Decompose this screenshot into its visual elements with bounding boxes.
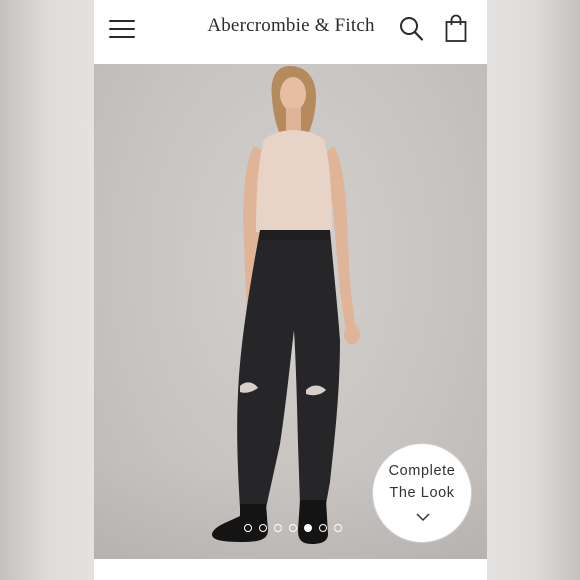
shopping-bag-icon[interactable] <box>442 14 470 44</box>
complete-the-look-button[interactable]: Complete The Look <box>372 443 472 543</box>
brand-logo[interactable]: Abercrombie & Fitch <box>206 15 376 37</box>
chevron-down-icon <box>416 513 430 522</box>
complete-look-label-line2: The Look <box>389 485 455 501</box>
carousel-dot[interactable] <box>289 524 297 532</box>
hamburger-menu-icon[interactable] <box>109 17 137 41</box>
complete-look-label-line1: Complete <box>388 463 456 479</box>
search-icon[interactable] <box>398 14 426 44</box>
carousel-dot[interactable] <box>319 524 327 532</box>
carousel-dot[interactable] <box>334 524 342 532</box>
carousel-dot[interactable] <box>259 524 267 532</box>
product-image[interactable]: Complete The Look <box>94 64 487 559</box>
page-footer-strip <box>94 559 487 580</box>
carousel-dot-active[interactable] <box>304 524 312 532</box>
product-page: Abercrombie & Fitch Complete The Look <box>94 0 487 580</box>
top-header: Abercrombie & Fitch <box>94 0 487 62</box>
carousel-dot[interactable] <box>244 524 252 532</box>
carousel-dot[interactable] <box>274 524 282 532</box>
